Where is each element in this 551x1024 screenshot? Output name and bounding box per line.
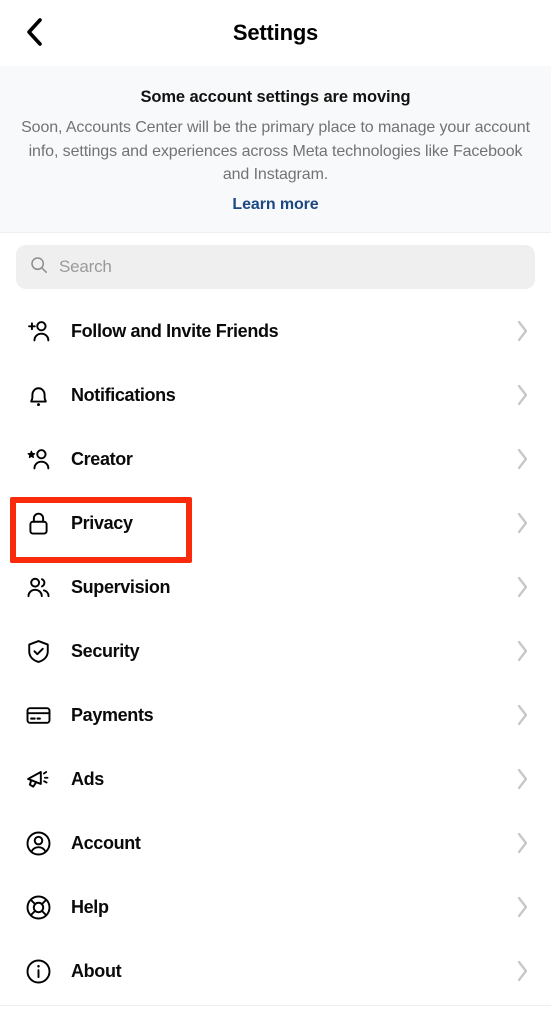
- settings-row-about[interactable]: About: [0, 939, 551, 1004]
- settings-row-label: Follow and Invite Friends: [71, 320, 279, 341]
- chevron-right-icon: [511, 640, 533, 662]
- settings-row-label: Supervision: [71, 576, 171, 597]
- chevron-right-icon: [511, 768, 533, 790]
- settings-row-label: Account: [71, 832, 141, 853]
- learn-more-link[interactable]: Learn more: [232, 196, 318, 214]
- settings-row-help[interactable]: Help: [0, 875, 551, 940]
- lifebuoy-icon: [23, 892, 53, 922]
- chevron-right-icon: [511, 896, 533, 918]
- banner-body: Soon, Accounts Center will be the primar…: [21, 119, 530, 184]
- person-add-icon: [23, 316, 53, 346]
- search-placeholder: Search: [59, 257, 112, 277]
- chevron-right-icon: [511, 832, 533, 854]
- settings-row-supervision[interactable]: Supervision: [0, 555, 551, 620]
- settings-row-label: Privacy: [71, 512, 133, 533]
- chevron-right-icon: [511, 512, 533, 534]
- chevron-right-icon: [511, 704, 533, 726]
- settings-row-label: Ads: [71, 768, 104, 789]
- settings-row-label: Creator: [71, 448, 133, 469]
- settings-row-creator[interactable]: Creator: [0, 427, 551, 492]
- banner-title: Some account settings are moving: [140, 88, 411, 106]
- settings-row-security[interactable]: Security: [0, 619, 551, 684]
- chevron-right-icon: [511, 448, 533, 470]
- bell-icon: [23, 380, 53, 410]
- settings-row-label: Notifications: [71, 384, 176, 405]
- chevron-right-icon: [511, 576, 533, 598]
- settings-row-label: Security: [71, 640, 140, 661]
- settings-screen: Settings Some account settings are movin…: [0, 0, 551, 1024]
- settings-row-ads[interactable]: Ads: [0, 747, 551, 812]
- shield-check-icon: [23, 636, 53, 666]
- back-button[interactable]: [8, 0, 60, 66]
- person-star-icon: [23, 444, 53, 474]
- credit-card-icon: [23, 700, 53, 730]
- settings-row-account[interactable]: Account: [0, 811, 551, 876]
- megaphone-icon: [23, 764, 53, 794]
- settings-row-label: Help: [71, 896, 109, 917]
- chevron-left-icon: [23, 17, 45, 50]
- account-circle-icon: [23, 828, 53, 858]
- accounts-center-banner: Some account settings are moving Soon, A…: [0, 66, 551, 234]
- settings-row-payments[interactable]: Payments: [0, 683, 551, 748]
- people-icon: [23, 572, 53, 602]
- list-end-divider: [0, 1005, 551, 1007]
- info-circle-icon: [23, 956, 53, 986]
- app-header: Settings: [0, 0, 551, 66]
- search-input[interactable]: Search: [16, 245, 535, 290]
- chevron-right-icon: [511, 960, 533, 982]
- settings-row-follow-and-invite-friends[interactable]: Follow and Invite Friends: [0, 299, 551, 364]
- settings-row-label: About: [71, 960, 122, 981]
- search-container: Search: [0, 233, 551, 300]
- chevron-right-icon: [511, 320, 533, 342]
- settings-row-label: Payments: [71, 704, 154, 725]
- search-icon: [30, 256, 48, 279]
- settings-row-privacy[interactable]: Privacy: [0, 491, 551, 556]
- chevron-right-icon: [511, 384, 533, 406]
- page-title: Settings: [232, 20, 319, 45]
- settings-list: Follow and Invite Friends Notifications: [0, 299, 551, 1007]
- lock-icon: [23, 508, 53, 538]
- settings-row-notifications[interactable]: Notifications: [0, 363, 551, 428]
